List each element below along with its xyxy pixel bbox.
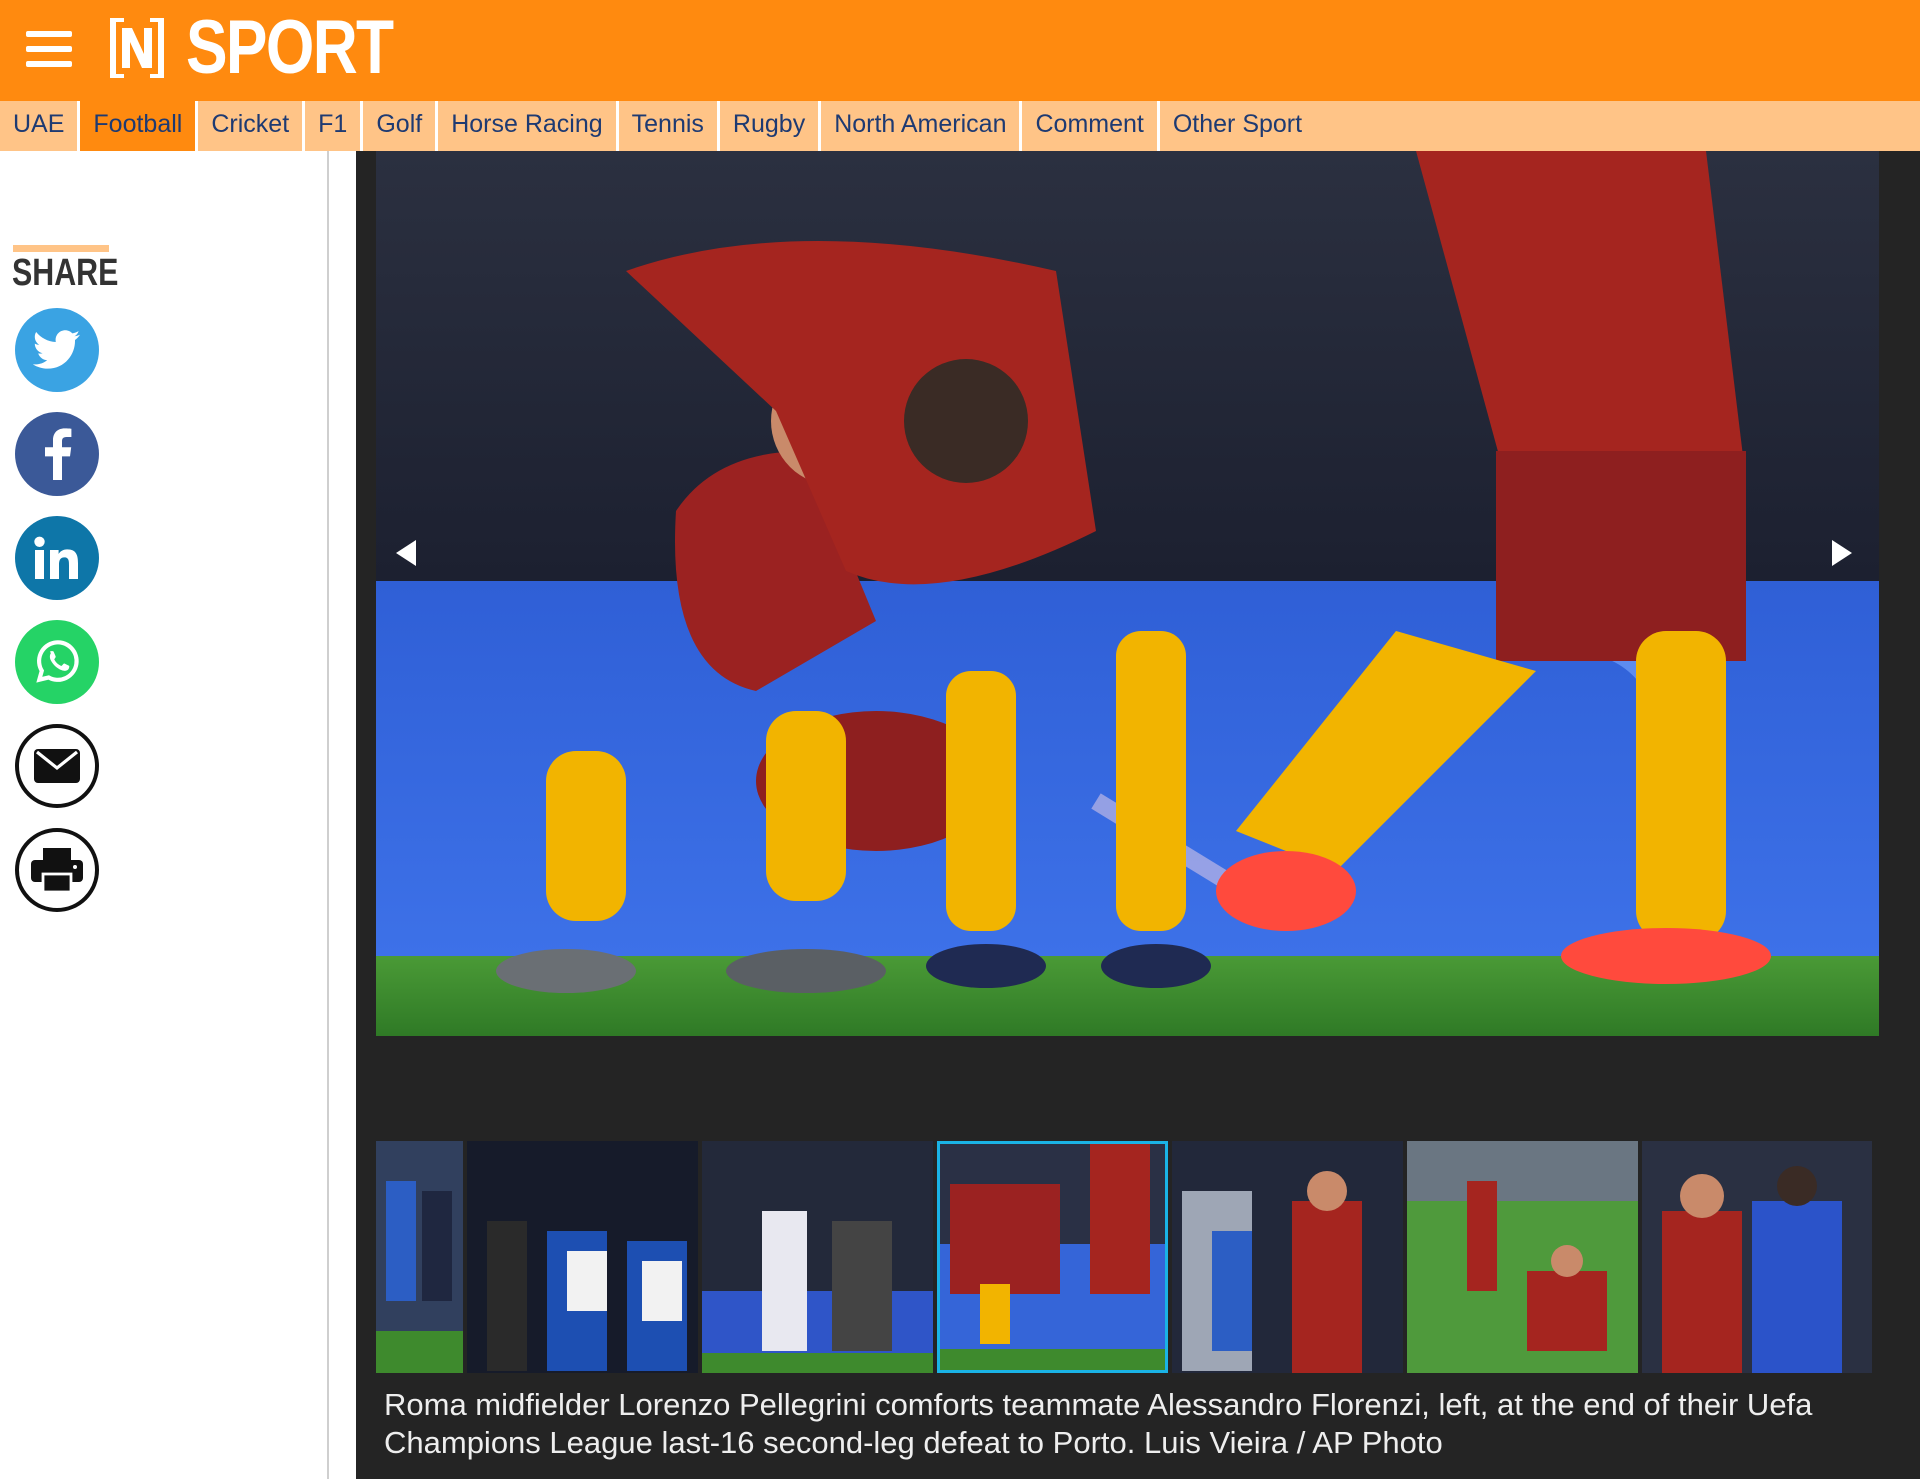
print-icon	[31, 848, 83, 892]
the-national-logo[interactable]	[106, 14, 168, 82]
share-linkedin-button[interactable]	[15, 516, 99, 600]
twitter-icon	[33, 330, 80, 369]
nav-item-football[interactable]: Football	[80, 101, 199, 151]
whatsapp-icon	[36, 640, 79, 683]
share-divider	[13, 245, 109, 252]
thumbnail[interactable]	[376, 1141, 463, 1373]
nav-item-f1[interactable]: F1	[305, 101, 364, 151]
facebook-icon	[45, 428, 72, 480]
share-print-button[interactable]	[15, 828, 99, 912]
nav-item-rugby[interactable]: Rugby	[720, 101, 822, 151]
nav-item-other-sport[interactable]: Other Sport	[1160, 101, 1315, 151]
chevron-right-icon	[1832, 540, 1852, 566]
gallery-next-button[interactable]	[1820, 521, 1864, 585]
nav-item-comment[interactable]: Comment	[1022, 101, 1160, 151]
main-photo[interactable]	[376, 151, 1879, 1036]
photo-caption: Roma midfielder Lorenzo Pellegrini comfo…	[384, 1387, 1813, 1460]
share-whatsapp-button[interactable]	[15, 620, 99, 704]
section-title[interactable]: SPORT	[186, 4, 394, 92]
gallery-prev-button[interactable]	[384, 521, 428, 585]
column-divider	[327, 151, 329, 1479]
thumbnail[interactable]	[1172, 1141, 1403, 1373]
share-twitter-button[interactable]	[15, 308, 99, 392]
nav-item-cricket[interactable]: Cricket	[198, 101, 306, 151]
nav-item-horse-racing[interactable]: Horse Racing	[438, 101, 619, 151]
main-photo-image	[376, 151, 1879, 1036]
nav-item-north-american[interactable]: North American	[821, 101, 1023, 151]
share-facebook-button[interactable]	[15, 412, 99, 496]
thumbnail[interactable]	[937, 1141, 1168, 1373]
thumbnail[interactable]	[702, 1141, 933, 1373]
nav-item-tennis[interactable]: Tennis	[619, 101, 720, 151]
thumbnail-strip	[376, 1141, 1879, 1373]
menu-icon[interactable]	[26, 20, 74, 78]
share-email-button[interactable]	[15, 724, 99, 808]
linkedin-icon	[34, 536, 78, 579]
thumbnail[interactable]	[1407, 1141, 1638, 1373]
chevron-left-icon	[396, 540, 416, 566]
email-icon	[34, 749, 80, 783]
thumbnail[interactable]	[1642, 1141, 1872, 1373]
sport-nav: UAE Football Cricket F1 Golf Horse Racin…	[0, 101, 1920, 151]
site-header: SPORT	[0, 0, 1920, 101]
share-title: SHARE	[12, 252, 119, 294]
thumbnail[interactable]	[467, 1141, 698, 1373]
nav-item-golf[interactable]: Golf	[363, 101, 439, 151]
nav-item-uae[interactable]: UAE	[0, 101, 81, 151]
photo-gallery: Roma midfielder Lorenzo Pellegrini comfo…	[356, 151, 1920, 1479]
